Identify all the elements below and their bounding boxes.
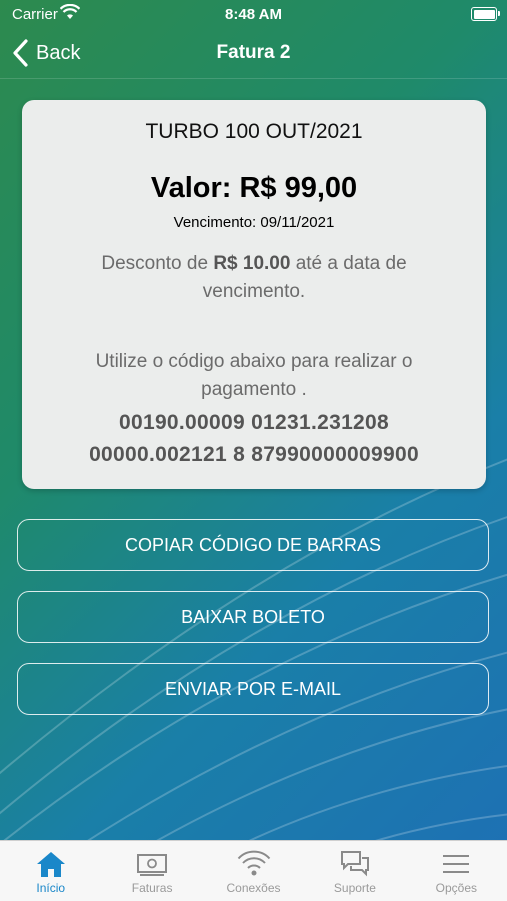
discount-amount: R$ 10.00 — [213, 253, 291, 274]
wifi-icon — [237, 850, 270, 876]
navigation-bar: Back Fatura 2 — [0, 30, 507, 79]
barcode-line-1: 00190.00009 01231.231208 — [119, 411, 389, 434]
tab-label: Início — [36, 881, 66, 895]
payment-instruction: Utilize o código abaixo para realizar o … — [95, 351, 413, 400]
discount-text: Desconto de R$ 10.00 até a data de venci… — [62, 250, 446, 306]
chat-icon — [340, 851, 369, 877]
page-title: Fatura 2 — [216, 42, 291, 63]
tab-opcoes[interactable]: Opções — [406, 841, 507, 901]
copy-barcode-button[interactable]: COPIAR CÓDIGO DE BARRAS — [17, 519, 489, 571]
tab-label: Conexões — [226, 881, 281, 895]
download-boleto-button[interactable]: BAIXAR BOLETO — [17, 591, 489, 643]
tab-suporte[interactable]: Suporte — [304, 841, 405, 901]
tab-label: Suporte — [333, 881, 376, 895]
barcode-line-2: 00000.002121 8 87990000009900 — [89, 443, 419, 466]
send-email-button[interactable]: ENVIAR POR E-MAIL — [17, 663, 489, 715]
home-icon — [36, 852, 65, 877]
invoice-card: TURBO 100 OUT/2021 Valor: R$ 99,00 Venci… — [22, 100, 486, 489]
tab-bar: Início Faturas Conexões Suporte Opções — [0, 840, 507, 901]
money-icon — [137, 854, 168, 876]
plan-name: TURBO 100 OUT/2021 — [145, 120, 363, 143]
tab-label: Faturas — [131, 881, 173, 895]
clock: 8:48 AM — [225, 6, 282, 23]
tab-conexoes[interactable]: Conexões — [203, 841, 304, 901]
menu-icon — [443, 855, 470, 873]
status-bar: Carrier 8:48 AM — [0, 0, 507, 30]
tab-label: Opções — [435, 881, 477, 895]
tab-faturas[interactable]: Faturas — [101, 841, 202, 901]
tab-inicio[interactable]: Início — [0, 841, 101, 901]
discount-prefix: Desconto de — [101, 253, 214, 274]
barcode-number: 00190.00009 01231.231208 00000.002121 8 … — [42, 407, 466, 471]
due-date: Vencimento: 09/11/2021 — [173, 214, 335, 231]
invoice-amount: Valor: R$ 99,00 — [150, 172, 358, 204]
battery-icon — [471, 7, 500, 21]
